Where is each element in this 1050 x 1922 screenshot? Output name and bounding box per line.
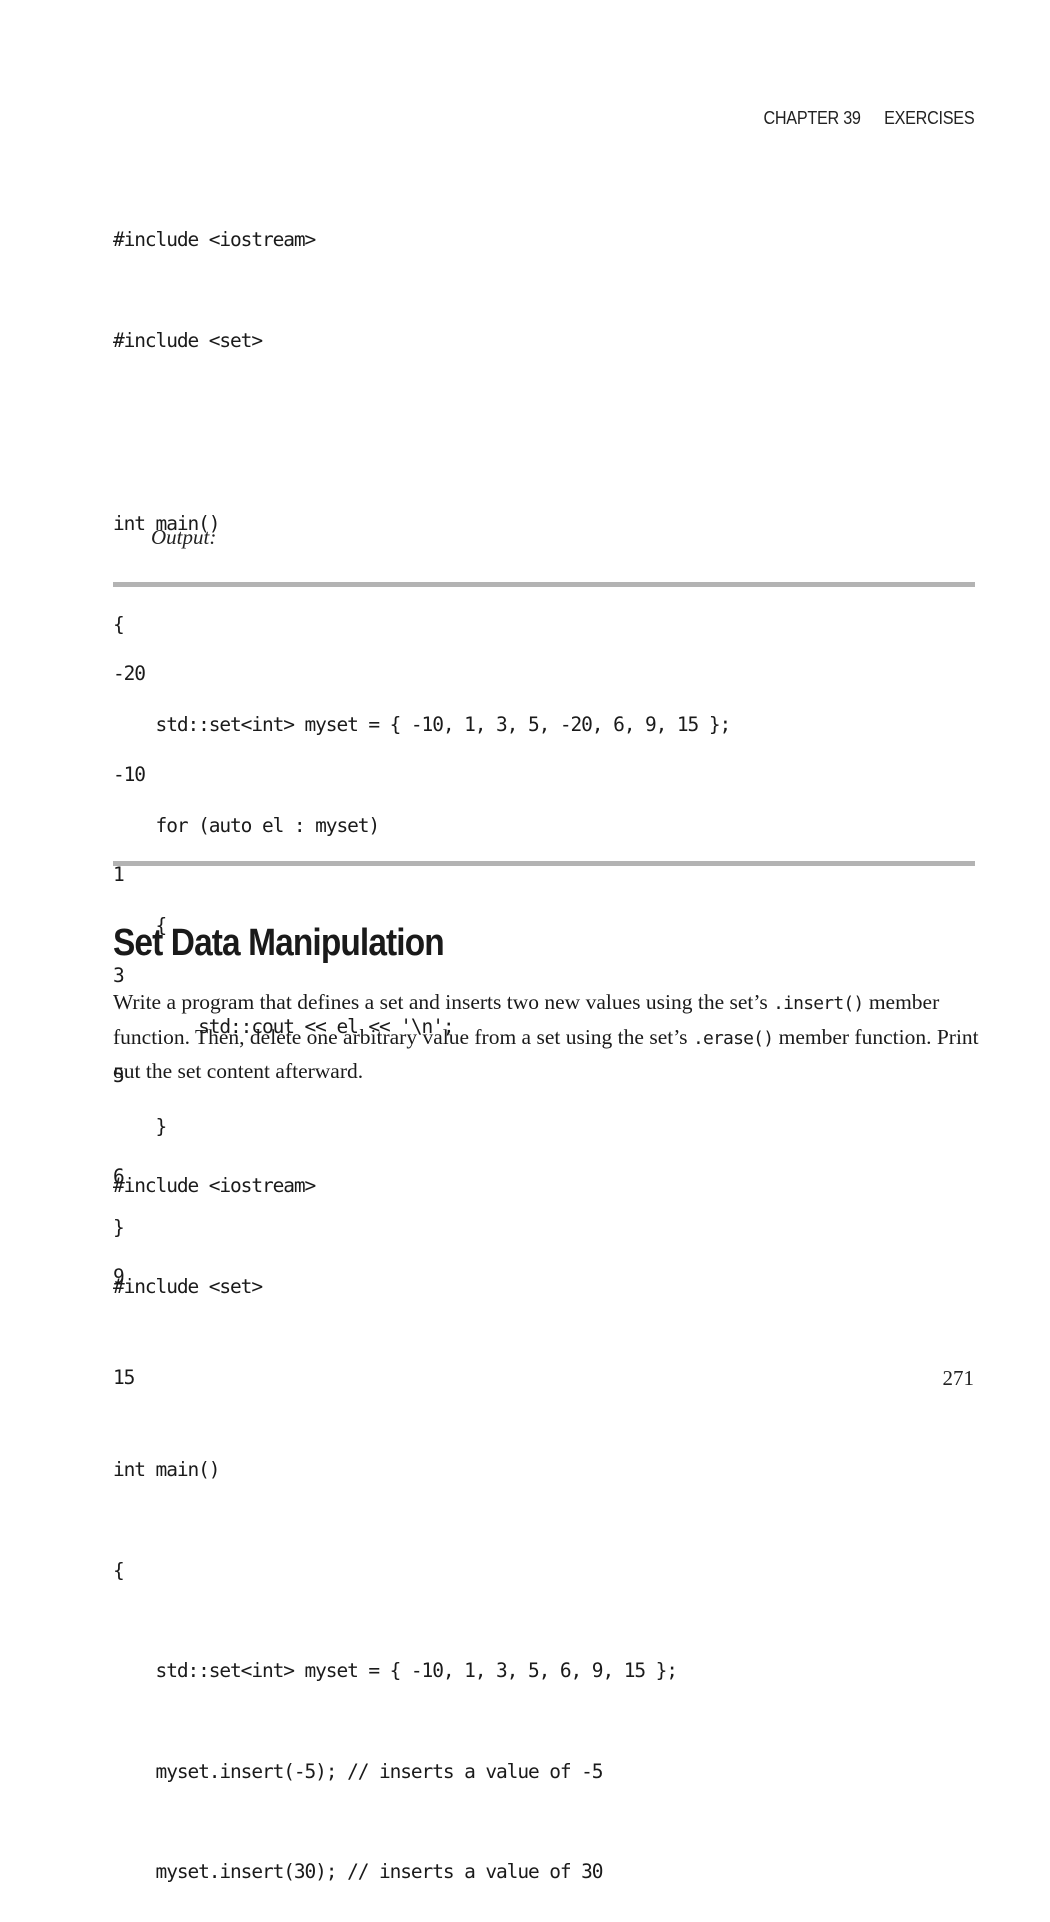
code-line: std::set<int> myset = { -10, 1, 3, 5, 6,… <box>113 1659 678 1682</box>
inline-code-insert: .insert() <box>773 993 864 1014</box>
chapter-number: CHAPTER 39 <box>763 108 861 128</box>
output-line: -20 <box>113 662 146 685</box>
section-title: Set Data Manipulation <box>113 922 445 964</box>
code-gap <box>113 1370 677 1386</box>
code-gap <box>113 424 730 440</box>
code-line: for (auto el : myset) <box>113 813 381 837</box>
output-bottom-rule <box>113 861 975 866</box>
output-line: -10 <box>113 762 146 786</box>
code-line: { <box>113 612 125 636</box>
running-head: CHAPTER 39 EXERCISES <box>763 108 974 129</box>
code-line: int main() <box>113 1458 221 1481</box>
code-block-2: #include <iostream> #include <set> int m… <box>113 1102 678 1922</box>
chapter-title: EXERCISES <box>883 108 975 128</box>
code-line: #include <set> <box>113 328 263 352</box>
output-label: Output: <box>151 525 217 549</box>
code-line: #include <iostream> <box>113 228 316 251</box>
section-paragraph: Write a program that defines a set and i… <box>113 986 983 1089</box>
paragraph-text: Write a program that defines a set and i… <box>113 990 774 1014</box>
code-line: #include <set> <box>113 1274 263 1298</box>
inline-code-erase: .erase() <box>692 1027 774 1049</box>
code-line: #include <iostream> <box>113 1174 316 1197</box>
code-line: { <box>113 1558 125 1582</box>
page-number: 271 <box>942 1366 975 1390</box>
output-top-rule <box>113 582 975 587</box>
code-line: myset.insert(-5); // inserts a value of … <box>113 1759 604 1783</box>
code-line: std::set<int> myset = { -10, 1, 3, 5, -2… <box>113 713 732 736</box>
code-line: myset.insert(30); // inserts a value of … <box>113 1860 604 1883</box>
